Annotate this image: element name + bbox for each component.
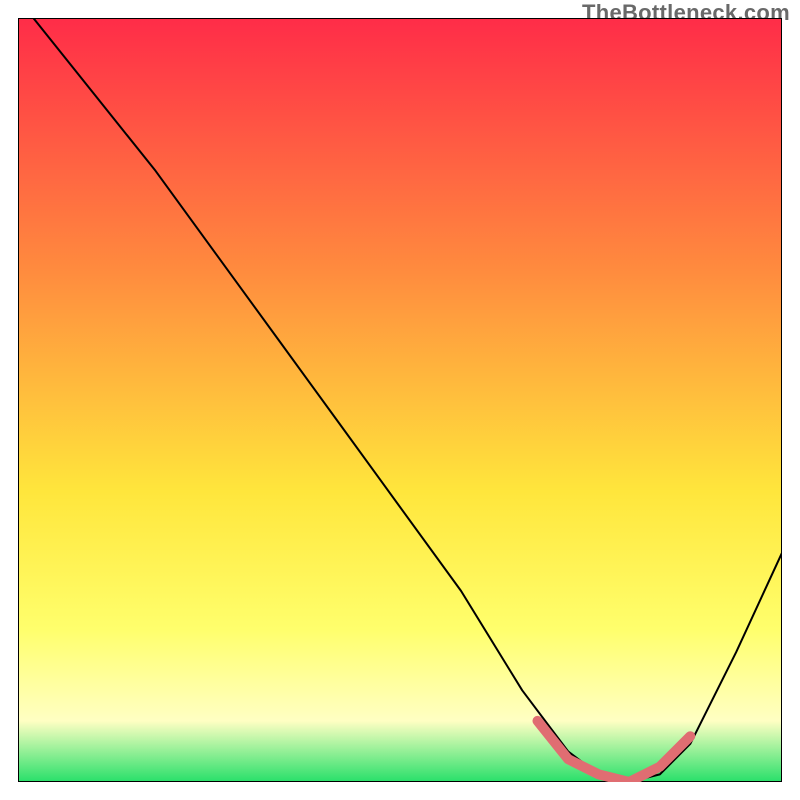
plot-area: [18, 18, 782, 782]
chart-container: TheBottleneck.com: [0, 0, 800, 800]
chart-svg: [18, 18, 782, 782]
